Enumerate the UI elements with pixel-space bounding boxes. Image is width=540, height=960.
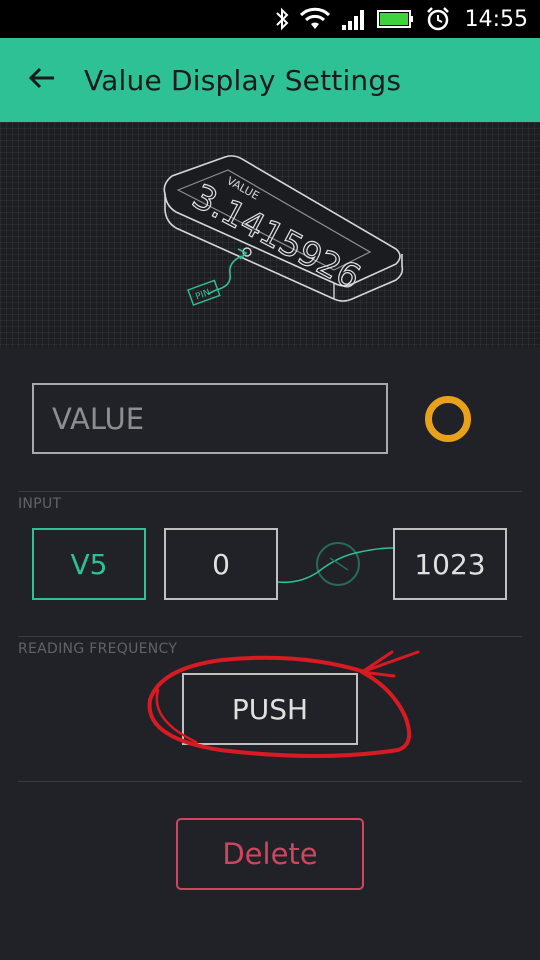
widget-preview: VALUE 3.1415926 PIN [0,122,540,348]
divider [18,781,522,782]
battery-icon [376,8,415,30]
page-title: Value Display Settings [84,63,402,97]
divider [18,491,522,492]
min-value-input[interactable]: 0 [164,528,278,600]
delete-button[interactable]: Delete [176,818,364,890]
reading-frequency-button[interactable]: PUSH [182,673,358,745]
app-bar: Value Display Settings [0,38,540,122]
divider [18,636,522,637]
pin-select-button[interactable]: V5 [32,528,146,600]
signal-icon [341,7,367,31]
widget-name-input[interactable]: VALUE [32,383,388,454]
arrow-left-icon [28,66,56,94]
color-picker-button[interactable] [425,396,471,442]
pin-label: PIN [194,288,211,302]
status-bar: 14:55 [0,0,540,38]
reading-frequency-label: READING FREQUENCY [18,641,178,657]
mapping-icon [316,542,360,586]
status-time: 14:55 [464,6,528,32]
input-section-label: INPUT [18,496,62,512]
wifi-icon [299,7,331,31]
bluetooth-icon [275,7,289,31]
back-button[interactable] [0,38,84,122]
alarm-icon [425,6,451,32]
max-value-input[interactable]: 1023 [393,528,507,600]
